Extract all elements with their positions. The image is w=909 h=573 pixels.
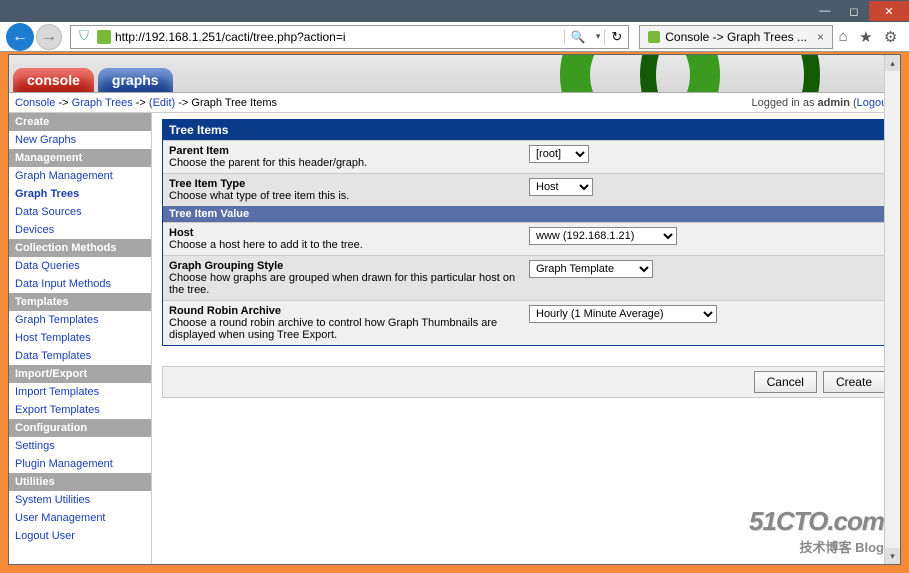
window-titlebar: — ◻ ✕	[0, 0, 909, 22]
form-row: HostChoose a host here to add it to the …	[163, 222, 889, 255]
search-icon[interactable]: 🔍	[564, 30, 592, 44]
back-button[interactable]: ←	[6, 23, 34, 51]
sidebar-item-data-queries[interactable]: Data Queries	[9, 257, 151, 275]
browser-toolbar: ← → ⛉ 🔍 ▾ ↻ Console -> Graph Trees ... ×…	[0, 22, 909, 52]
breadcrumb-graph-trees[interactable]: Graph Trees	[72, 97, 133, 109]
sidebar-header: Import/Export	[9, 365, 151, 383]
form-label: Graph Grouping StyleChoose how graphs ar…	[163, 256, 523, 300]
sidebar-header: Configuration	[9, 419, 151, 437]
select-parent-item[interactable]: [root]	[529, 145, 589, 163]
breadcrumb-console[interactable]: Console	[15, 97, 55, 109]
breadcrumb: Console -> Graph Trees -> (Edit) -> Grap…	[9, 93, 900, 113]
sidebar-header: Create	[9, 113, 151, 131]
window-minimize-button[interactable]: —	[811, 1, 839, 21]
form-row: Round Robin ArchiveChoose a round robin …	[163, 300, 889, 345]
site-favicon-icon	[97, 30, 111, 44]
tab-console[interactable]: console	[13, 68, 94, 92]
tab-title: Console -> Graph Trees ...	[665, 30, 807, 44]
sidebar-item-data-templates[interactable]: Data Templates	[9, 347, 151, 365]
sidebar-item-graph-trees[interactable]: Graph Trees	[9, 185, 151, 203]
select-tree-item-type[interactable]: Host	[529, 178, 593, 196]
tree-items-panel: Tree Items Parent ItemChoose the parent …	[162, 119, 890, 346]
form-label: Tree Item TypeChoose what type of tree i…	[163, 174, 523, 206]
app-header: console graphs	[9, 55, 900, 93]
home-icon[interactable]: ⌂	[839, 28, 848, 46]
window-maximize-button[interactable]: ◻	[840, 1, 868, 21]
form-row: Graph Grouping StyleChoose how graphs ar…	[163, 255, 889, 300]
browser-controls: ⌂ ★ ⚙	[833, 28, 903, 46]
sidebar-header: Management	[9, 149, 151, 167]
login-status: Logged in as admin (Logout)	[751, 97, 894, 109]
sidebar-item-data-input-methods[interactable]: Data Input Methods	[9, 275, 151, 293]
security-shield-icon[interactable]: ⛉	[75, 28, 93, 46]
form-label: Round Robin ArchiveChoose a round robin …	[163, 301, 523, 345]
address-bar: ⛉ 🔍 ▾ ↻	[70, 25, 629, 49]
sidebar-item-plugin-management[interactable]: Plugin Management	[9, 455, 151, 473]
sidebar-item-logout-user[interactable]: Logout User	[9, 527, 151, 545]
scroll-up-icon[interactable]: ▴	[885, 55, 900, 71]
header-logo-art	[520, 55, 820, 93]
sidebar-item-export-templates[interactable]: Export Templates	[9, 401, 151, 419]
sidebar: CreateNew GraphsManagementGraph Manageme…	[9, 113, 152, 564]
form-row: Parent ItemChoose the parent for this he…	[163, 140, 889, 173]
breadcrumb-current: Graph Tree Items	[191, 97, 277, 109]
select-graph-grouping-style[interactable]: Graph Template	[529, 260, 653, 278]
tab-close-icon[interactable]: ×	[817, 30, 824, 44]
sidebar-item-host-templates[interactable]: Host Templates	[9, 329, 151, 347]
sidebar-item-graph-management[interactable]: Graph Management	[9, 167, 151, 185]
select-host[interactable]: www (192.168.1.21)	[529, 227, 677, 245]
sidebar-header: Templates	[9, 293, 151, 311]
forward-button[interactable]: →	[36, 24, 62, 50]
favorites-icon[interactable]: ★	[859, 28, 872, 46]
sidebar-item-graph-templates[interactable]: Graph Templates	[9, 311, 151, 329]
panel-subheader: Tree Item Value	[163, 206, 889, 222]
content-area: Tree Items Parent ItemChoose the parent …	[152, 113, 900, 564]
sidebar-item-system-utilities[interactable]: System Utilities	[9, 491, 151, 509]
sidebar-item-import-templates[interactable]: Import Templates	[9, 383, 151, 401]
window-close-button[interactable]: ✕	[869, 1, 909, 21]
form-label: Parent ItemChoose the parent for this he…	[163, 141, 523, 173]
sidebar-item-user-management[interactable]: User Management	[9, 509, 151, 527]
browser-tab[interactable]: Console -> Graph Trees ... ×	[639, 25, 833, 49]
sidebar-item-devices[interactable]: Devices	[9, 221, 151, 239]
watermark: 51CTO.com 技术博客 Blog	[749, 506, 884, 556]
sidebar-item-new-graphs[interactable]: New Graphs	[9, 131, 151, 149]
sidebar-header: Utilities	[9, 473, 151, 491]
refresh-icon[interactable]: ↻	[604, 29, 628, 45]
select-round-robin-archive[interactable]: Hourly (1 Minute Average)	[529, 305, 717, 323]
tab-graphs[interactable]: graphs	[98, 68, 173, 92]
breadcrumb-edit[interactable]: (Edit)	[149, 97, 175, 109]
form-label: HostChoose a host here to add it to the …	[163, 223, 523, 255]
app-frame: console graphs Console -> Graph Trees ->…	[8, 54, 901, 565]
scroll-down-icon[interactable]: ▾	[885, 548, 900, 564]
scrollbar[interactable]: ▴ ▾	[884, 55, 900, 564]
url-input[interactable]	[115, 30, 564, 44]
create-button[interactable]: Create	[823, 371, 885, 393]
sidebar-header: Collection Methods	[9, 239, 151, 257]
sidebar-item-settings[interactable]: Settings	[9, 437, 151, 455]
panel-header: Tree Items	[163, 120, 889, 140]
sidebar-item-data-sources[interactable]: Data Sources	[9, 203, 151, 221]
form-row: Tree Item TypeChoose what type of tree i…	[163, 173, 889, 206]
search-dropdown-icon[interactable]: ▾	[592, 31, 605, 42]
action-bar: Cancel Create	[162, 366, 890, 398]
cancel-button[interactable]: Cancel	[754, 371, 817, 393]
settings-gear-icon[interactable]: ⚙	[884, 28, 897, 46]
tab-favicon-icon	[648, 31, 660, 43]
